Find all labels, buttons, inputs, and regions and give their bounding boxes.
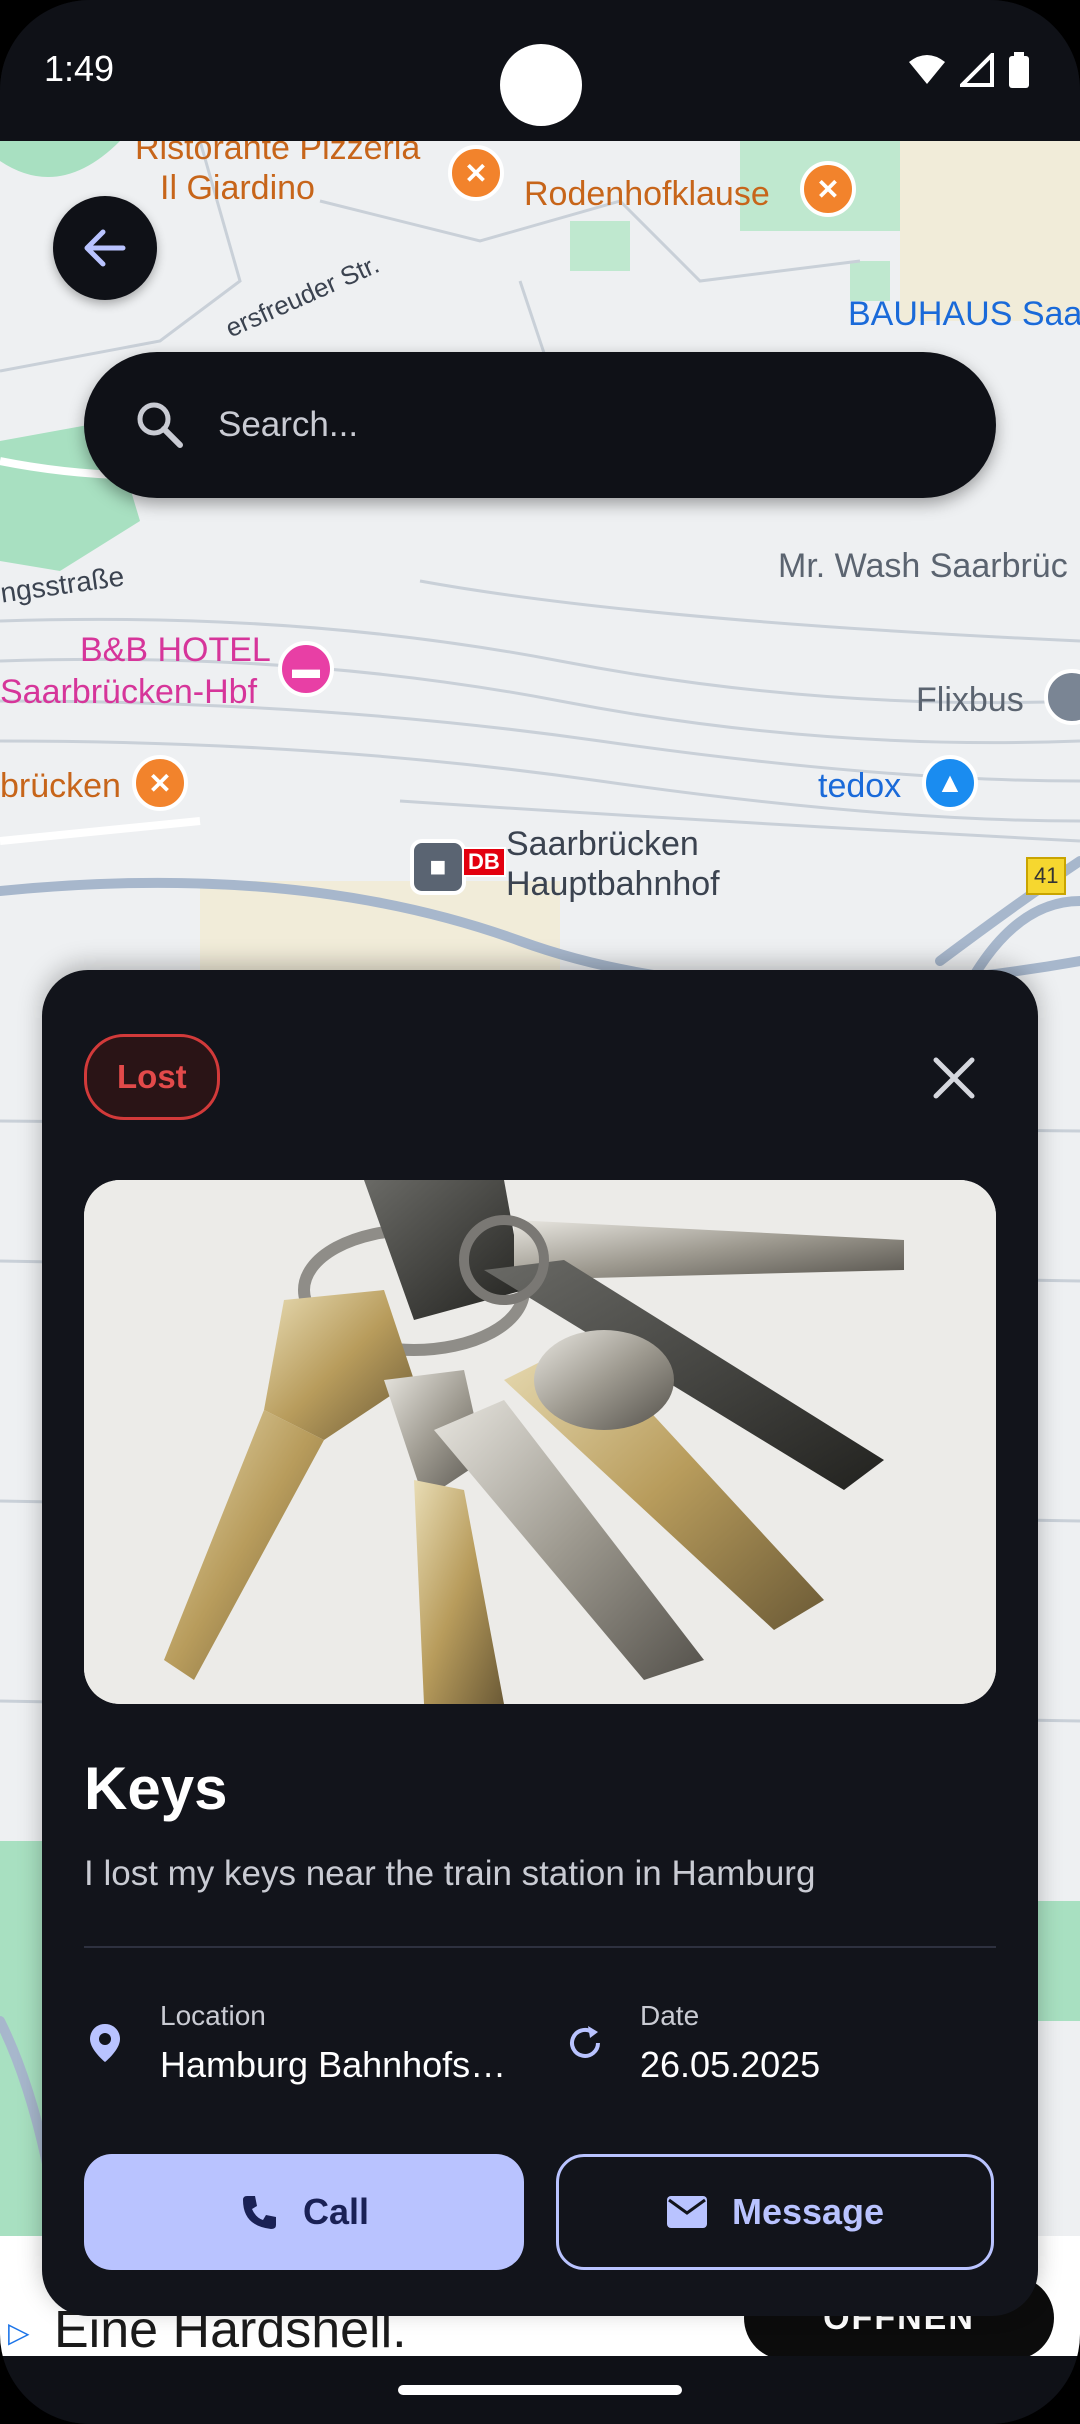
search-icon	[137, 402, 183, 448]
call-button[interactable]: Call	[84, 2154, 524, 2270]
signal-icon	[960, 53, 994, 87]
item-title: Keys	[84, 1755, 228, 1822]
close-icon[interactable]	[932, 1056, 976, 1100]
restaurant-icon[interactable]: ✕	[448, 145, 504, 201]
refresh-icon	[570, 2026, 600, 2058]
location-info: Location Hamburg Bahnhofs…	[84, 2000, 506, 2086]
arrow-back-icon	[84, 229, 126, 267]
road-shield: 41	[1026, 857, 1067, 895]
back-button[interactable]	[53, 196, 157, 300]
item-photo	[84, 1180, 996, 1704]
map-label-rodenhof: Rodenhofklause	[524, 175, 770, 213]
train-icon[interactable]: ■	[410, 839, 466, 895]
divider	[84, 1946, 996, 1948]
search-input[interactable]: Search...	[218, 405, 358, 445]
map-label-bbhotel: B&B HOTEL	[80, 631, 271, 669]
map-label-bauhaus: BAUHAUS Saa	[848, 295, 1080, 333]
battery-icon	[1009, 52, 1029, 88]
message-button[interactable]: Message	[556, 2154, 994, 2270]
wifi-icon	[909, 55, 945, 84]
phone-screen: 1:49 Ristorante Pizzeria Il Giardino ✕ R…	[0, 0, 1080, 2424]
call-label: Call	[302, 2191, 370, 2232]
search-bar[interactable]: Search...	[84, 352, 996, 498]
map-label-hbf: Saarbrücken	[506, 825, 699, 863]
home-handle[interactable]	[398, 2385, 682, 2395]
phone-icon	[242, 2196, 276, 2229]
date-label: Date	[640, 2000, 700, 2031]
map-label-saarhbf: Saarbrücken-Hbf	[0, 673, 258, 711]
system-icons	[908, 52, 1030, 88]
status-time: 1:49	[44, 48, 115, 89]
ad-choices-icon[interactable]: ▷	[8, 2316, 30, 2349]
restaurant-icon[interactable]: ✕	[800, 161, 856, 217]
map-label-brucken: brücken	[0, 767, 121, 805]
shopping-icon[interactable]: ▲	[922, 755, 978, 811]
message-label: Message	[731, 2191, 885, 2232]
db-logo: DB	[462, 847, 506, 877]
keys-image	[84, 1180, 996, 1704]
date-info: Date 26.05.2025	[564, 2000, 820, 2086]
map-label-flixbus: Flixbus	[916, 681, 1024, 719]
camera-cutout	[500, 44, 582, 126]
map-label-tedox: tedox	[818, 767, 902, 805]
hotel-icon[interactable]: ▬	[278, 641, 334, 697]
location-value: Hamburg Bahnhofs…	[160, 2044, 507, 2085]
location-label: Location	[160, 2000, 266, 2031]
map-label-hbf: Hauptbahnhof	[506, 865, 720, 903]
location-pin-icon	[90, 2024, 120, 2062]
mail-icon	[666, 2196, 707, 2228]
item-detail-card: Lost Keys I lost my keys near the train …	[42, 970, 1038, 2316]
date-value: 26.05.2025	[640, 2044, 821, 2085]
restaurant-icon[interactable]: ✕	[132, 755, 188, 811]
item-description: I lost my keys near the train station in…	[84, 1854, 816, 1893]
status-badge: Lost	[84, 1034, 220, 1120]
status-bar: 1:49	[0, 0, 1080, 141]
map-label-ristorante: Ristorante Pizzeria	[135, 141, 421, 167]
map-label-mrwash: Mr. Wash Saarbrüc	[778, 547, 1068, 585]
map-label-giardino: Il Giardino	[160, 169, 315, 207]
